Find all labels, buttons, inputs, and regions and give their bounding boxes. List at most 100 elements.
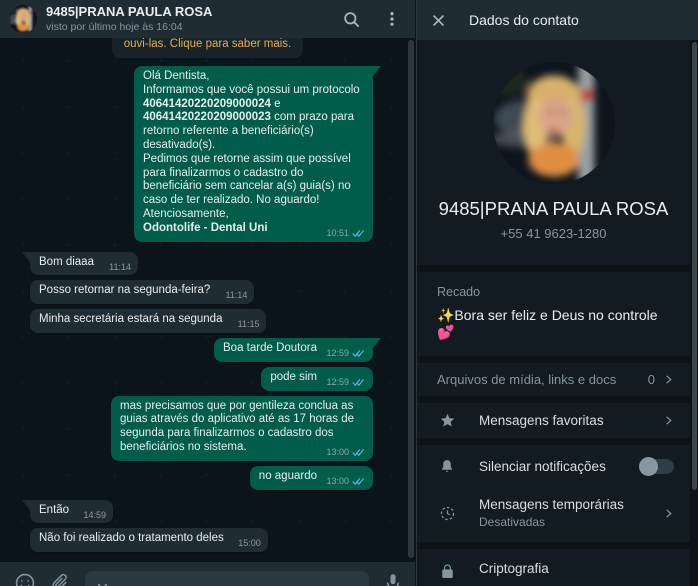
- lock-icon: [437, 563, 457, 580]
- message-meta: 15:00: [238, 538, 261, 549]
- read-ticks-icon: [352, 448, 366, 458]
- message-text: Não foi realizado o tratamento deles: [39, 532, 224, 545]
- message-time: 13:00: [326, 446, 349, 457]
- message-outgoing[interactable]: mas precisamos que por gentileza conclua…: [111, 395, 373, 461]
- message-incoming[interactable]: Minha secretária estará na segunda 11:15: [30, 309, 267, 333]
- message-bubble[interactable]: no aguardo 13:00: [249, 465, 373, 490]
- message-time: 10:51: [326, 227, 349, 238]
- message-meta: 13:00: [326, 447, 366, 458]
- chevron-right-icon: [663, 415, 674, 426]
- disappearing-messages-row[interactable]: Mensagens temporárias Desativadas: [417, 485, 690, 542]
- read-ticks-icon: [352, 349, 366, 359]
- attach-paperclip-icon[interactable]: [50, 572, 71, 586]
- message-time: 11:14: [109, 261, 131, 272]
- starred-messages-row[interactable]: Mensagens favoritas: [417, 403, 690, 438]
- disappearing-value: Desativadas: [479, 515, 546, 529]
- message-outgoing[interactable]: no aguardo 13:00: [249, 465, 373, 490]
- message-composer: [0, 562, 415, 586]
- mic-icon[interactable]: [383, 572, 403, 586]
- message-bubble[interactable]: Então 14:59: [21, 499, 114, 524]
- message-time: 14:59: [83, 509, 107, 520]
- message-bubble[interactable]: Bom diaaa 11:14: [22, 251, 138, 276]
- message-time: 13:00: [326, 475, 349, 486]
- emoji-icon[interactable]: [14, 572, 36, 586]
- message-list[interactable]: ouvi-las. Clique para saber mais. Olá De…: [0, 38, 415, 562]
- message-bubble[interactable]: mas precisamos que por gentileza conclua…: [111, 395, 373, 461]
- about-text: ✨Bora ser feliz e Deus no controle 💕: [437, 307, 658, 340]
- panel-scroll-area: 9485|PRANA PAULA ROSA +55 41 9623-1280 R…: [417, 40, 698, 586]
- chat-header-actions: [342, 10, 401, 29]
- starred-section: Mensagens favoritas: [417, 403, 690, 438]
- message-meta: 13:00: [326, 476, 366, 487]
- message-incoming[interactable]: Bom diaaa 11:14: [22, 251, 138, 276]
- chat-column: 9485|PRANA PAULA ROSA visto por último h…: [0, 0, 415, 586]
- message-time: 11:15: [237, 319, 260, 330]
- whatsapp-window: 9485|PRANA PAULA ROSA visto por último h…: [0, 0, 698, 586]
- chevron-right-icon: [663, 508, 674, 519]
- message-outgoing[interactable]: Boa tarde Doutora 12:59: [214, 337, 381, 362]
- message-bubble[interactable]: Posso retornar na segunda-feira? 11:14: [30, 280, 255, 305]
- settings-section: Silenciar notificações Mensagens temporá…: [417, 445, 690, 542]
- message-incoming[interactable]: Não foi realizado o tratamento deles 15:0…: [30, 528, 268, 553]
- encryption-section[interactable]: Criptografia As mensagens são protegidas…: [417, 549, 690, 586]
- contact-phone: +55 41 9623-1280: [500, 226, 607, 241]
- profile-section: 9485|PRANA PAULA ROSA +55 41 9623-1280: [417, 40, 690, 265]
- chat-last-seen: visto por último hoje às 16:04: [46, 20, 183, 33]
- message-meta: 11:14: [225, 290, 247, 301]
- mute-toggle[interactable]: [639, 457, 674, 476]
- panel-header: Dados do contato: [417, 0, 698, 40]
- message-outgoing[interactable]: Olá Dentista, Informamos que você possui…: [134, 66, 381, 242]
- media-count: 0: [647, 372, 655, 387]
- message-time: 15:00: [238, 538, 261, 549]
- contact-name: 9485|PRANA PAULA ROSA: [438, 198, 669, 219]
- message-time: 11:14: [225, 290, 248, 301]
- timer-clock-icon: [437, 505, 457, 522]
- encryption-banner[interactable]: ouvi-las. Clique para saber mais.: [111, 38, 304, 58]
- message-bubble[interactable]: pode sim 12:59: [261, 366, 373, 391]
- message-text: Olá Dentista, Informamos que você possui…: [143, 70, 360, 234]
- contact-avatar-small[interactable]: [9, 5, 37, 33]
- read-ticks-icon: [352, 378, 366, 388]
- message-text: Posso retornar na segunda-feira?: [39, 284, 211, 297]
- starred-label: Mensagens favoritas: [479, 413, 604, 428]
- message-outgoing[interactable]: pode sim 12:59: [261, 366, 373, 391]
- encryption-label: Criptografia: [479, 561, 549, 576]
- about-section: Recado ✨Bora ser feliz e Deus no control…: [417, 272, 690, 356]
- avatar-photo: [9, 5, 37, 33]
- avatar-photo-large: [492, 62, 615, 184]
- chevron-right-icon: [663, 374, 674, 385]
- menu-kebab-icon[interactable]: [383, 10, 401, 28]
- about-label: Recado: [437, 285, 481, 299]
- chat-header[interactable]: 9485|PRANA PAULA ROSA visto por último h…: [0, 0, 415, 38]
- message-meta: 12:59: [326, 377, 366, 388]
- message-bubble[interactable]: Não foi realizado o tratamento deles 15:0…: [30, 528, 268, 553]
- message-meta: 11:14: [109, 262, 131, 273]
- message-meta: 10:51: [326, 228, 366, 239]
- media-section: Arquivos de mídia, links e docs 0: [417, 363, 690, 396]
- message-meta: 14:59: [84, 510, 107, 521]
- contact-info-panel: Dados do contato 9485|PRANA PAULA ROSA +…: [416, 0, 698, 586]
- search-icon[interactable]: [342, 10, 361, 29]
- close-icon[interactable]: [430, 12, 447, 29]
- disappearing-label: Mensagens temporárias: [479, 497, 624, 512]
- read-ticks-icon: [352, 229, 366, 239]
- message-bubble[interactable]: Olá Dentista, Informamos que você possui…: [134, 66, 381, 242]
- message-meta: 12:59: [326, 348, 366, 359]
- mute-label: Silenciar notificações: [479, 459, 606, 474]
- contact-avatar-large[interactable]: [492, 62, 615, 184]
- message-time: 12:59: [326, 347, 349, 358]
- media-row[interactable]: Arquivos de mídia, links e docs 0: [417, 363, 690, 396]
- message-time: 12:59: [326, 376, 349, 387]
- mute-notifications-row[interactable]: Silenciar notificações: [417, 445, 690, 485]
- star-icon: [437, 412, 457, 429]
- chat-header-text[interactable]: 9485|PRANA PAULA ROSA visto por último h…: [46, 4, 333, 33]
- message-incoming[interactable]: Então 14:59: [21, 499, 114, 524]
- message-text: Minha secretária estará na segunda: [39, 313, 223, 326]
- message-input[interactable]: [85, 571, 369, 586]
- message-incoming[interactable]: Posso retornar na segunda-feira? 11:14: [30, 280, 255, 305]
- panel-scrollbar[interactable]: [692, 42, 697, 490]
- message-bubble[interactable]: Boa tarde Doutora 12:59: [214, 337, 381, 362]
- message-bubble[interactable]: Minha secretária estará na segunda 11:15: [30, 309, 267, 333]
- chat-contact-name: 9485|PRANA PAULA ROSA: [46, 4, 213, 19]
- chat-scrollbar[interactable]: [408, 40, 414, 558]
